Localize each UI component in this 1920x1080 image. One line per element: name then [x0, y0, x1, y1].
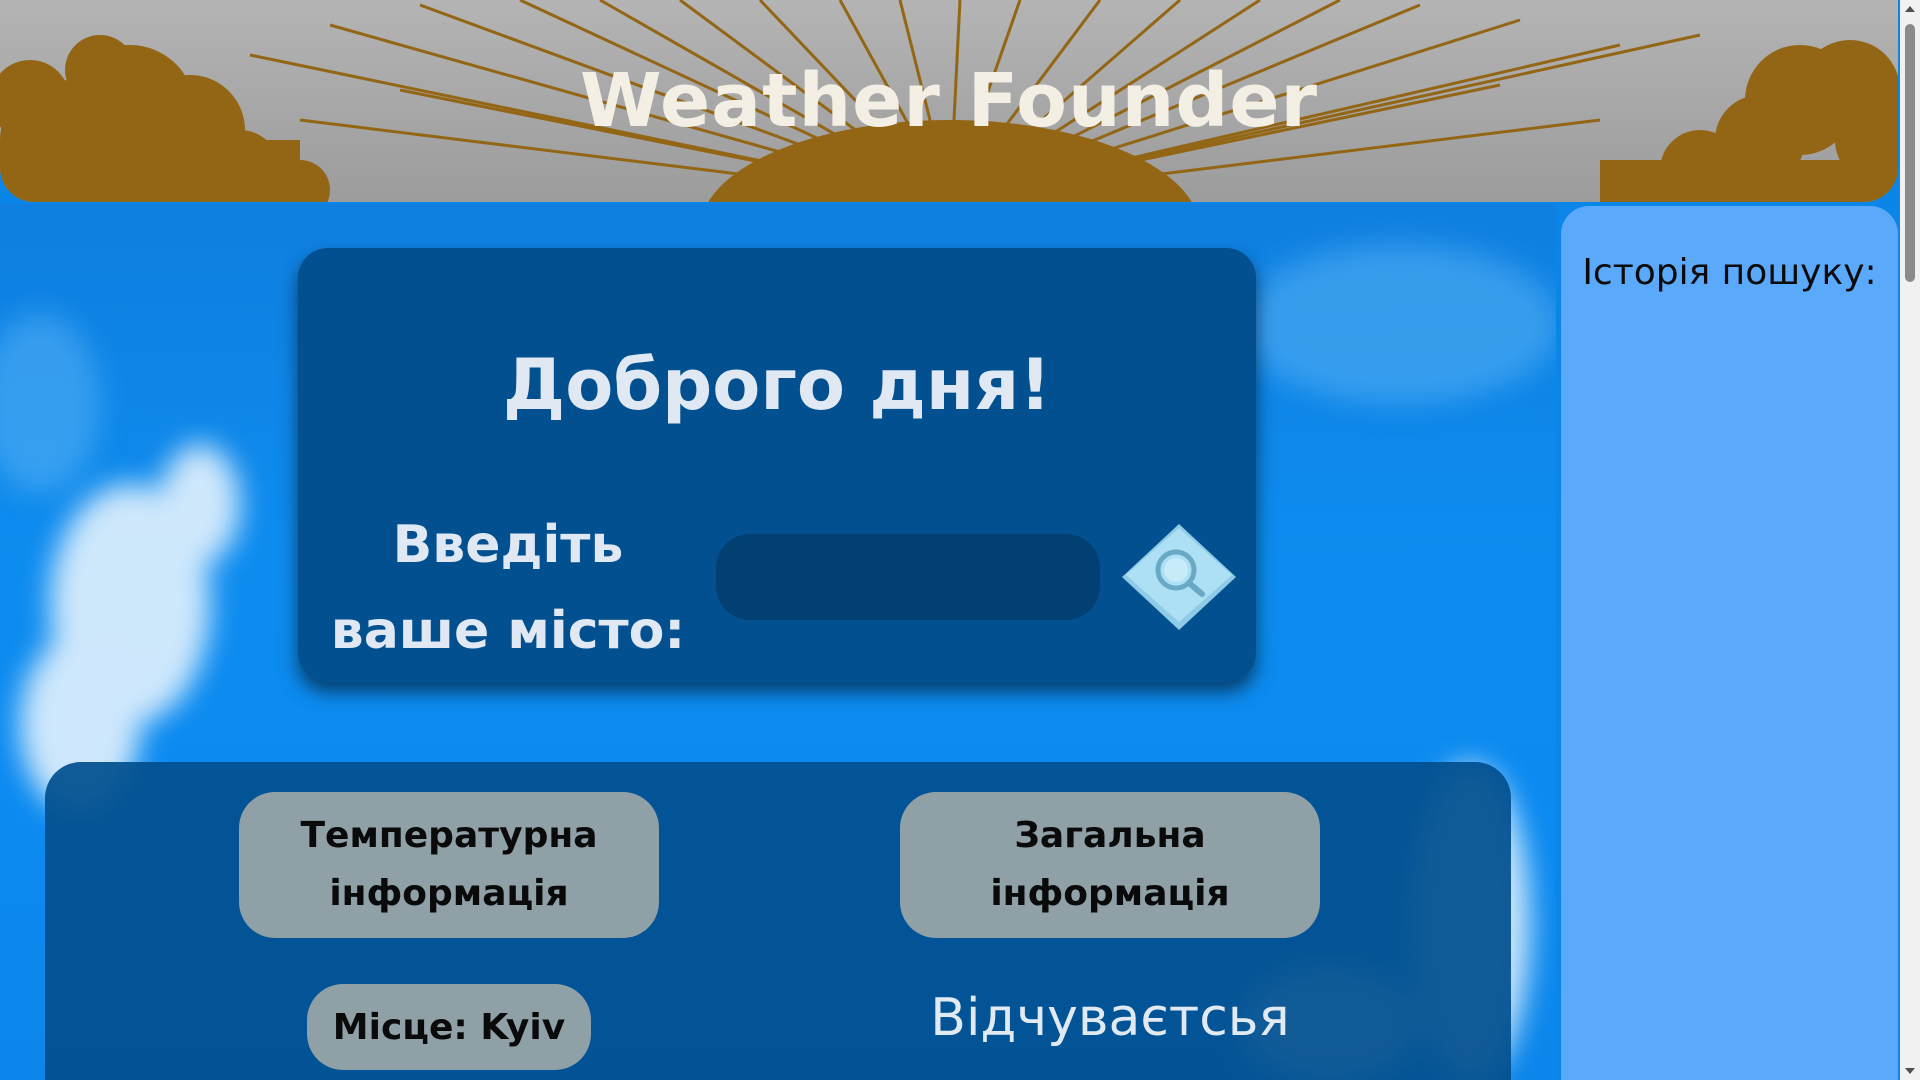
temperature-info-button[interactable]: Температурна інформація: [239, 792, 659, 938]
feels-like-label: Відчуваєтсья: [930, 988, 1290, 1048]
scroll-up-arrow-icon[interactable]: [1905, 6, 1915, 12]
place-badge: Місце: Kyiv: [307, 984, 591, 1070]
main-content: Доброго дня! Введіть ваше місто: Темпера…: [0, 204, 1556, 1080]
page-scrollbar[interactable]: [1900, 0, 1920, 1080]
app-title: Weather Founder: [579, 58, 1319, 144]
search-button[interactable]: [1120, 522, 1238, 632]
greeting-title: Доброго дня!: [502, 344, 1052, 426]
city-search-input[interactable]: [716, 534, 1100, 620]
greeting-card: Доброго дня! Введіть ваше місто:: [298, 248, 1256, 682]
weather-info-panel: Температурна інформація Загальна інформа…: [45, 762, 1511, 1080]
general-info-button[interactable]: Загальна інформація: [900, 792, 1320, 938]
scroll-down-arrow-icon[interactable]: [1905, 1068, 1915, 1074]
search-history-sidebar: Історія пошуку:: [1561, 206, 1898, 1080]
search-history-title: Історія пошуку:: [1582, 252, 1877, 293]
scroll-thumb[interactable]: [1905, 24, 1915, 282]
search-icon: [1122, 524, 1236, 630]
city-prompt-label: Введіть ваше місто:: [330, 515, 686, 661]
app-header: Weather Founder: [0, 0, 1898, 202]
